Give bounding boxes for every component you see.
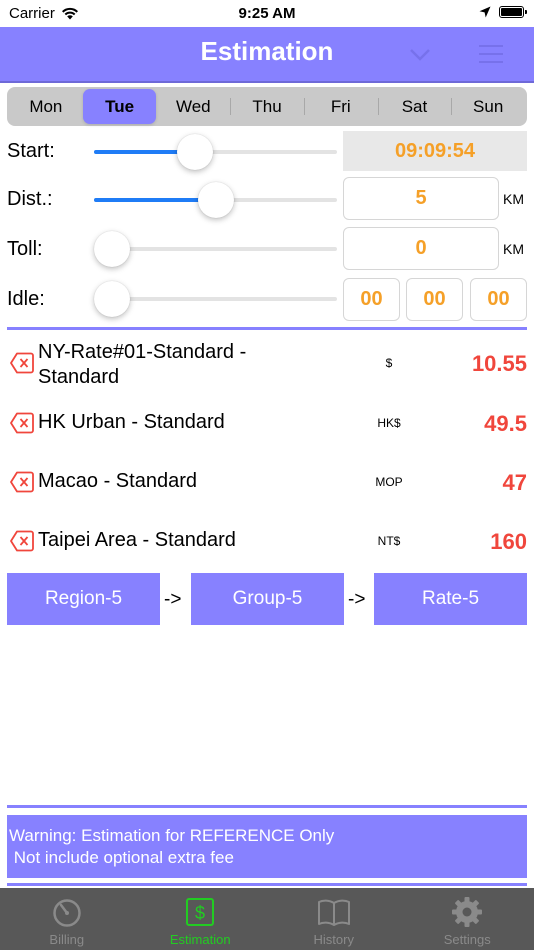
rate-amount: 160: [490, 529, 527, 554]
start-time-value[interactable]: 09:09:54: [343, 131, 527, 171]
toll-slider[interactable]: [94, 231, 337, 267]
remove-tag-icon[interactable]: [10, 412, 34, 434]
day-fri[interactable]: Fri: [303, 89, 378, 124]
rate-button[interactable]: Rate-5: [374, 573, 527, 625]
warning-top-border: [7, 805, 527, 808]
group-button[interactable]: Group-5: [191, 573, 344, 625]
start-slider-thumb[interactable]: [176, 134, 213, 170]
day-tue[interactable]: Tue: [82, 89, 157, 124]
toll-value-field[interactable]: 0: [343, 227, 499, 270]
rate-currency: NT$: [377, 534, 401, 548]
battery-icon: [499, 6, 527, 18]
warning-banner: Warning: Estimation for REFERENCE Only N…: [7, 815, 527, 878]
tab-estimation[interactable]: $ Estimation: [134, 888, 268, 950]
dist-unit: KM: [503, 191, 524, 207]
idle-seconds-field[interactable]: 00: [470, 278, 527, 321]
idle-minutes-field[interactable]: 00: [406, 278, 463, 321]
status-time: 9:25 AM: [238, 5, 296, 22]
rate-currency: $: [385, 356, 393, 370]
rate-amount: 10.55: [471, 351, 527, 376]
rate-amount: 49.5: [484, 411, 527, 436]
flow-arrow: ->: [164, 589, 182, 610]
tab-bar: Billing $ Estimation History Settings: [0, 888, 534, 950]
rate-currency: HK$: [377, 416, 401, 430]
day-thu[interactable]: Thu: [230, 89, 304, 124]
dist-label: Dist.:: [7, 188, 53, 210]
start-label: Start:: [7, 140, 55, 162]
dollar-icon: $: [186, 898, 215, 926]
idle-slider[interactable]: [94, 281, 337, 317]
tab-history[interactable]: History: [267, 888, 401, 950]
remove-tag-icon[interactable]: [10, 471, 34, 493]
idle-hours-field[interactable]: 00: [343, 278, 400, 321]
status-right: [479, 6, 527, 18]
chevron-down-icon[interactable]: [407, 41, 433, 67]
rate-name: Macao - Standard: [38, 470, 197, 492]
svg-text:$: $: [195, 903, 205, 923]
idle-label: Idle:: [7, 288, 45, 310]
flow-arrow: ->: [348, 589, 366, 610]
rate-name: Taipei Area - Standard: [38, 529, 236, 551]
day-selector: Mon Tue Wed Thu Fri Sat Sun: [7, 87, 527, 126]
rate-row[interactable]: Taipei Area - Standard NT$ 160: [7, 527, 527, 555]
toll-unit: KM: [503, 241, 524, 257]
remove-tag-icon[interactable]: [10, 530, 34, 552]
rate-name: HK Urban - Standard: [38, 411, 225, 433]
toll-label: Toll:: [7, 238, 43, 260]
timer-icon: [53, 899, 81, 927]
location-arrow-icon: [479, 6, 491, 18]
tab-label: History: [313, 932, 354, 947]
dist-slider[interactable]: [94, 182, 337, 218]
idle-slider-thumb[interactable]: [94, 281, 130, 317]
rate-row[interactable]: NY-Rate#01-Standard - Standard $ 10.55: [7, 340, 527, 390]
start-slider[interactable]: [94, 134, 337, 170]
nav-header: Estimation: [0, 27, 534, 83]
dist-value-field[interactable]: 5: [343, 177, 499, 220]
dist-slider-thumb[interactable]: [197, 182, 234, 218]
rate-name: NY-Rate#01-Standard - Standard: [38, 341, 247, 388]
region-button[interactable]: Region-5: [7, 573, 160, 625]
list-icon[interactable]: [476, 41, 506, 67]
day-mon[interactable]: Mon: [9, 89, 83, 124]
book-icon: [317, 899, 350, 926]
rate-row[interactable]: Macao - Standard MOP 47: [7, 468, 527, 496]
warning-bottom-border: [7, 883, 527, 886]
tab-label: Settings: [443, 932, 491, 947]
warning-line-1: Warning: Estimation for REFERENCE Only: [9, 826, 335, 845]
warning-line-2: Not include optional extra fee: [9, 848, 234, 867]
section-divider: [7, 327, 527, 330]
day-wed[interactable]: Wed: [156, 89, 230, 124]
day-sat[interactable]: Sat: [377, 89, 452, 124]
gear-icon: [452, 897, 483, 927]
toll-slider-thumb[interactable]: [94, 231, 130, 267]
page-title: Estimation: [200, 36, 334, 66]
status-bar: Carrier 9:25 AM: [0, 0, 534, 27]
tab-label: Billing: [49, 932, 85, 947]
rate-currency: MOP: [375, 475, 403, 489]
rate-amount: 47: [502, 470, 527, 495]
tab-billing[interactable]: Billing: [0, 888, 134, 950]
day-sun[interactable]: Sun: [451, 89, 525, 124]
remove-tag-icon[interactable]: [10, 352, 34, 374]
tab-label: Estimation: [169, 932, 231, 947]
rate-row[interactable]: HK Urban - Standard HK$ 49.5: [7, 409, 527, 437]
tab-settings[interactable]: Settings: [401, 888, 534, 950]
